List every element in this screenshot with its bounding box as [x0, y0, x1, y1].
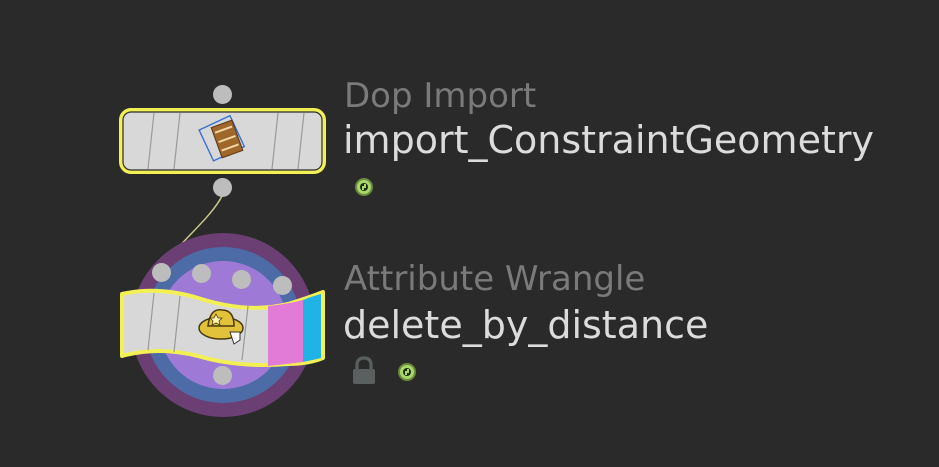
node2-input-port-2[interactable] [192, 264, 211, 283]
clock-icon [398, 363, 416, 381]
lock-icon[interactable] [350, 356, 378, 386]
node2-input-port-1[interactable] [152, 263, 171, 282]
node2-type-label: Attribute Wrangle [344, 259, 646, 299]
node1-type-label: Dop Import [344, 76, 537, 116]
node2-input-port-3[interactable] [232, 270, 251, 289]
node-attribute-wrangle[interactable] [118, 288, 328, 372]
node2-name-label[interactable]: delete_by_distance [343, 303, 708, 347]
node1-input-port[interactable] [213, 85, 232, 104]
node-dop-import[interactable] [118, 107, 328, 175]
node1-name-label[interactable]: import_ConstraintGeometry [343, 118, 874, 162]
node1-output-port[interactable] [213, 178, 232, 197]
clock-icon [355, 178, 373, 196]
node2-output-port[interactable] [213, 366, 232, 385]
network-editor[interactable]: Dop Import import_ConstraintGeometry Att… [0, 0, 939, 467]
